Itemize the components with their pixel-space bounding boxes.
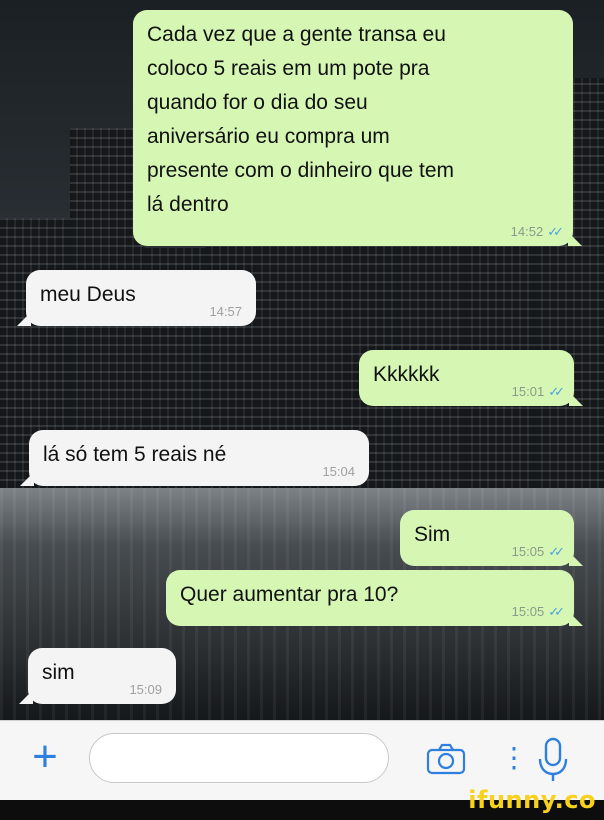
plus-icon[interactable]: + <box>23 735 67 781</box>
double-check-icon: ✓✓ <box>547 224 564 239</box>
microphone-icon[interactable] <box>536 737 570 783</box>
message-meta: 15:09 <box>129 682 162 698</box>
message-meta: 15:05 ✓✓ <box>511 544 565 560</box>
message-input[interactable] <box>89 733 389 783</box>
message-time: 15:01 <box>511 384 545 399</box>
message-text: lá só tem 5 reais né <box>43 443 227 466</box>
bubble-tail <box>568 232 582 246</box>
watermark-bar: ifunny.co <box>0 786 604 820</box>
ifunny-watermark: ifunny.co <box>468 786 596 814</box>
bubble-tail <box>569 552 583 566</box>
bubble-tail <box>569 612 583 626</box>
message-meta: 14:57 <box>209 304 242 320</box>
message-time: 15:05 <box>511 604 545 619</box>
message-bubble-outgoing[interactable]: Quer aumentar pra 10? 15:05 ✓✓ <box>166 570 583 626</box>
double-check-icon: ✓✓ <box>548 384 565 399</box>
double-check-icon: ✓✓ <box>548 604 565 619</box>
message-time: 15:04 <box>322 464 355 479</box>
message-bubble-incoming[interactable]: lá só tem 5 reais né 15:04 <box>20 430 369 486</box>
message-bubble-incoming[interactable]: sim 15:09 <box>19 648 176 704</box>
message-time: 14:52 <box>510 224 544 239</box>
message-meta: 15:01 ✓✓ <box>511 384 565 400</box>
message-time: 15:09 <box>129 682 162 697</box>
message-bubble-outgoing[interactable]: Kkkkkk 15:01 ✓✓ <box>359 350 583 406</box>
bubble-tail <box>17 312 31 326</box>
double-check-icon: ✓✓ <box>548 544 565 559</box>
message-meta: 14:52 ✓✓ <box>510 224 564 240</box>
message-text: Quer aumentar pra 10? <box>180 583 399 606</box>
message-meta: 15:05 ✓✓ <box>511 604 565 620</box>
message-bubble-outgoing[interactable]: Sim 15:05 ✓✓ <box>400 510 583 566</box>
message-text: Cada vez que a gente transa eu coloco 5 … <box>147 23 455 216</box>
camera-icon[interactable] <box>426 743 466 775</box>
message-time: 15:05 <box>511 544 545 559</box>
message-time: 14:57 <box>209 304 242 319</box>
bubble-tail <box>20 472 34 486</box>
message-bubble-incoming[interactable]: meu Deus 14:57 <box>17 270 256 326</box>
bubble-tail <box>569 392 583 406</box>
message-meta: 15:04 <box>322 464 355 480</box>
message-bubble-outgoing[interactable]: Cada vez que a gente transa eu coloco 5 … <box>133 10 582 246</box>
bubble-tail <box>19 690 33 704</box>
vertical-dots-icon[interactable]: ⋮ <box>500 743 528 775</box>
